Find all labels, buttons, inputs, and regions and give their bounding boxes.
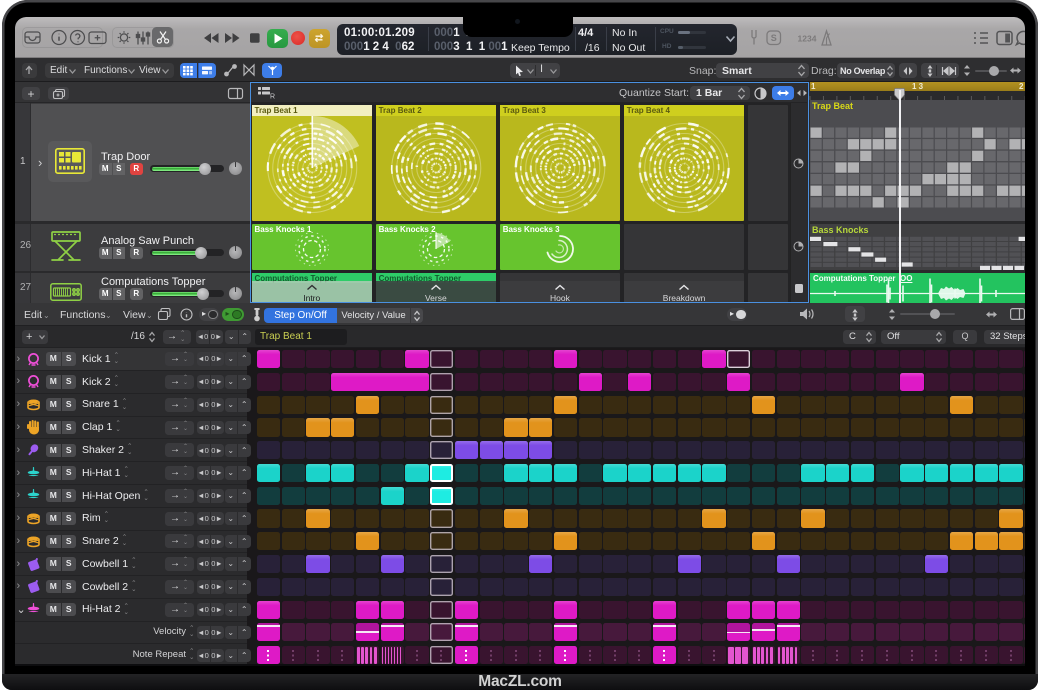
svg-text:S: S [771, 33, 777, 43]
svg-text:1234: 1234 [798, 34, 817, 44]
